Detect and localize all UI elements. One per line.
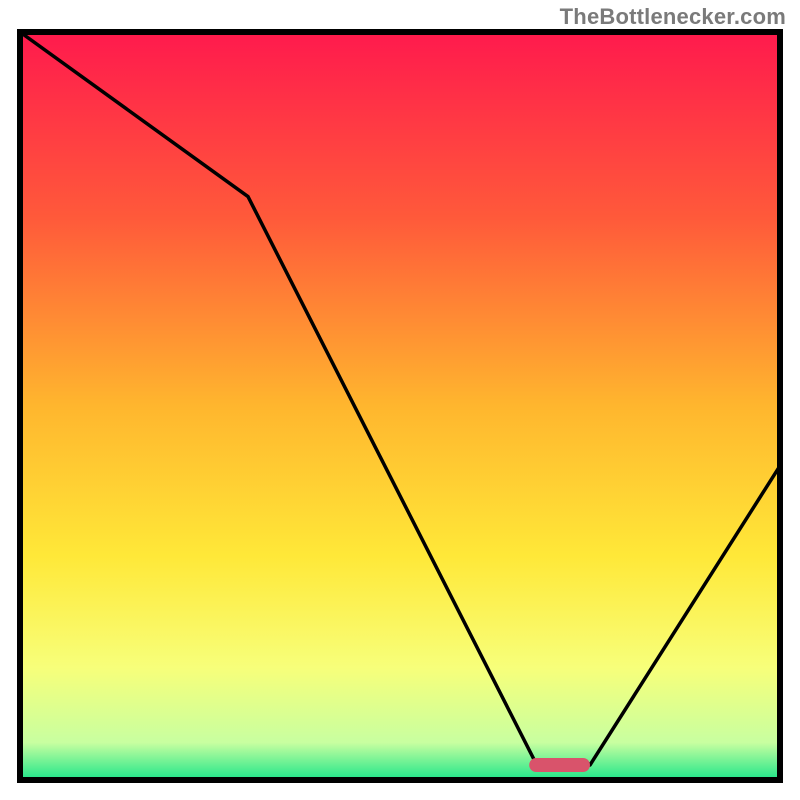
attribution-watermark: TheBottlenecker.com [560,4,786,30]
chart-container: TheBottlenecker.com [0,0,800,800]
bottleneck-chart [0,0,800,800]
optimal-range-marker [529,758,590,772]
plot-background [20,32,780,780]
